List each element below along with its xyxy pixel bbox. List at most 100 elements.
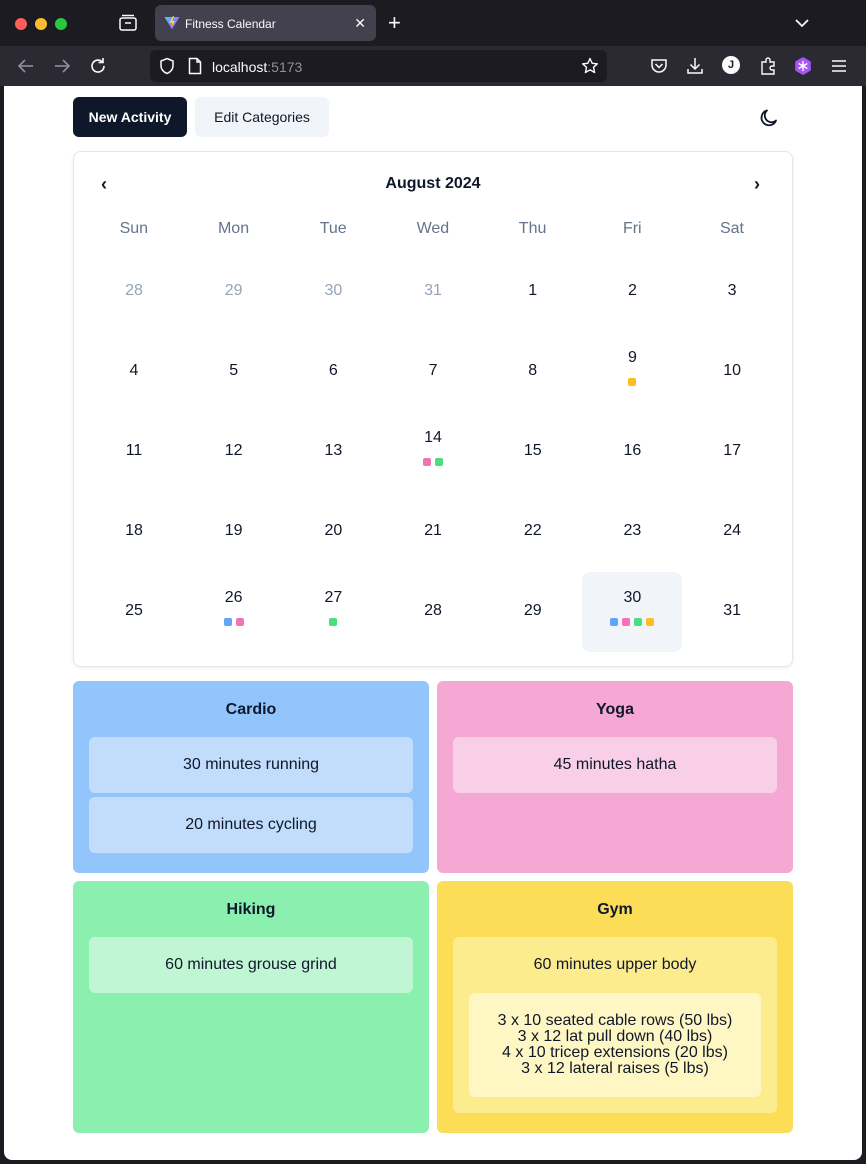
new-activity-button[interactable]: New Activity [73,97,187,137]
calendar-day[interactable]: 22 [483,490,583,570]
activity-item-expanded[interactable]: 60 minutes upper body 3 x 10 seated cabl… [453,937,777,1113]
day-number: 22 [523,522,542,539]
calendar-day[interactable]: 13 [283,410,383,490]
day-cell-background: 27 [283,572,383,652]
exercise-line: 3 x 10 seated cable rows (50 lbs) [497,1012,733,1029]
day-number: 19 [224,522,243,539]
calendar-day[interactable]: 31 [383,250,483,330]
activity-item[interactable]: 45 minutes hatha [453,737,777,793]
address-bar[interactable]: localhost:5173 [150,50,607,82]
activity-item[interactable]: 30 minutes running [89,737,413,793]
calendar-day[interactable]: 16 [582,410,682,490]
bookmark-star-icon[interactable] [581,57,599,75]
category-title-yoga: Yoga [596,701,634,718]
browser-tab-active[interactable]: Fitness Calendar ✕ [155,5,376,41]
day-cell-background: 17 [682,412,782,492]
edit-categories-button[interactable]: Edit Categories [195,97,329,137]
download-icon[interactable] [685,56,705,76]
calendar-day[interactable]: 17 [682,410,782,490]
calendar-day[interactable]: 25 [84,570,184,650]
day-cell-background: 10 [682,332,782,412]
activity-label: 60 minutes upper body [533,956,697,973]
day-cell-background: 24 [682,492,782,572]
activity-dot-cardio [610,618,619,626]
calendar-day[interactable]: 20 [283,490,383,570]
calendar-day[interactable]: 10 [682,330,782,410]
calendar-day[interactable]: 26 [184,570,284,650]
calendar-day[interactable]: 5 [184,330,284,410]
menu-hamburger-icon[interactable] [829,56,849,76]
day-number: 3 [727,282,737,299]
calendar-day[interactable]: 14 [383,410,483,490]
next-month-button[interactable]: › [754,174,760,194]
activity-dot-yoga [423,458,432,466]
day-number: 29 [523,602,542,619]
day-number: 21 [424,522,442,539]
calendar-day[interactable]: 11 [84,410,184,490]
tab-overview-icon[interactable] [118,14,138,32]
calendar-day[interactable]: 31 [682,570,782,650]
url-text: localhost:5173 [212,59,302,75]
calendar: ‹ August 2024 › Sun Mon Tue Wed Thu Fri Sat 28… [73,151,793,667]
calendar-day[interactable]: 28 [84,250,184,330]
forward-arrow-icon[interactable] [52,56,72,76]
calendar-day[interactable]: 21 [383,490,483,570]
calendar-day[interactable]: 27 [283,570,383,650]
day-number: 6 [328,362,338,379]
day-number: 24 [723,522,742,539]
weekday-label: Sat [719,220,744,237]
day-number: 27 [324,589,343,606]
day-number: 28 [424,602,442,619]
category-card-gym: Gym 60 minutes upper body 3 x 10 seated … [437,881,793,1133]
extension-puzzle-icon[interactable] [793,56,813,76]
vite-favicon-icon [164,16,180,30]
calendar-day[interactable]: 23 [582,490,682,570]
calendar-day[interactable]: 9 [582,330,682,410]
activity-label: 20 minutes cycling [185,816,317,833]
day-number: 4 [129,362,139,379]
calendar-day[interactable]: 7 [383,330,483,410]
moon-icon[interactable] [758,107,780,129]
calendar-day[interactable]: 4 [84,330,184,410]
day-cell-background: 26 [184,572,284,652]
day-cell-background: 12 [184,412,284,492]
calendar-week-row: 25 26 27 28 29 30 31 [84,570,782,652]
shield-icon[interactable] [158,57,176,75]
calendar-day[interactable]: 29 [483,570,583,650]
maximize-window-button[interactable] [55,18,67,30]
calendar-day[interactable]: 8 [483,330,583,410]
back-arrow-icon[interactable] [16,56,36,76]
calendar-day[interactable]: 6 [283,330,383,410]
calendar-day[interactable]: 1 [483,250,583,330]
calendar-day[interactable]: 2 [582,250,682,330]
day-cell-background: 2 [582,252,682,332]
reload-icon[interactable] [88,56,108,76]
account-avatar[interactable]: J [722,56,740,74]
calendar-day[interactable]: 18 [84,490,184,570]
close-window-button[interactable] [15,18,27,30]
chevron-down-icon[interactable] [793,16,811,30]
calendar-day[interactable]: 19 [184,490,284,570]
calendar-day[interactable]: 24 [682,490,782,570]
calendar-day[interactable]: 3 [682,250,782,330]
minimize-window-button[interactable] [35,18,47,30]
calendar-day[interactable]: 12 [184,410,284,490]
calendar-day[interactable]: 28 [383,570,483,650]
activity-item[interactable]: 60 minutes grouse grind [89,937,413,993]
calendar-day-selected[interactable]: 30 [582,570,683,652]
activity-label: 60 minutes grouse grind [165,956,337,973]
calendar-day[interactable]: 30 [283,250,383,330]
new-tab-icon[interactable]: + [388,12,401,34]
day-cell-background: 7 [383,332,483,412]
url-port: :5173 [267,59,303,75]
activity-details: 3 x 10 seated cable rows (50 lbs) 3 x 12… [469,993,761,1097]
close-tab-icon[interactable]: ✕ [354,14,366,32]
calendar-day[interactable]: 29 [184,250,284,330]
calendar-day[interactable]: 15 [483,410,583,490]
activity-item[interactable]: 20 minutes cycling [89,797,413,853]
category-card-cardio: Cardio 30 minutes running 20 minutes cyc… [73,681,429,873]
pocket-icon[interactable] [649,56,669,76]
day-cell-background: 29 [483,572,583,652]
extensions-icon[interactable] [758,56,778,76]
browser-nav-bar: localhost:5173 J [0,46,866,86]
